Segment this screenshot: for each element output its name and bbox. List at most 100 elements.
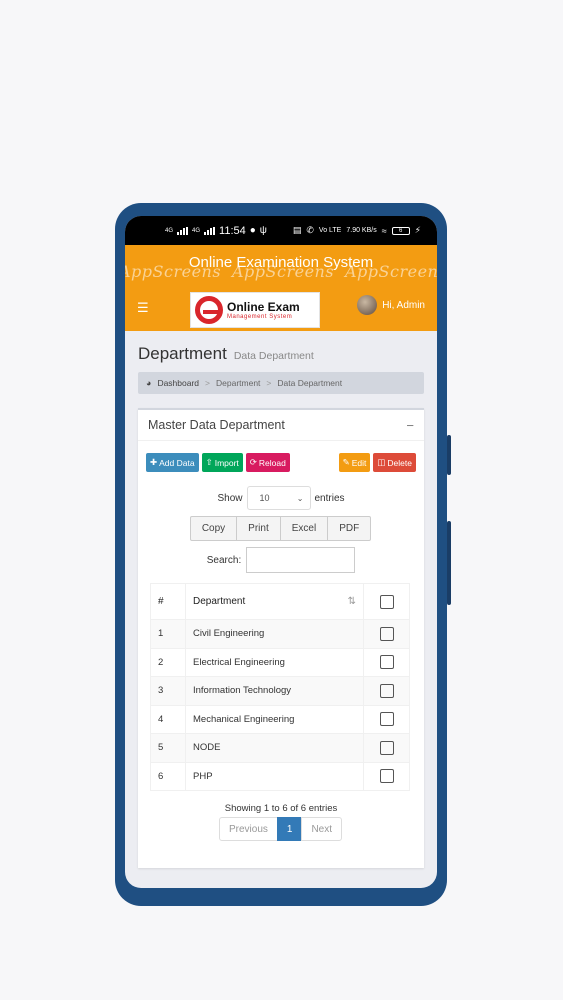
- table-row[interactable]: 1 Civil Engineering: [150, 619, 410, 649]
- row-checkbox[interactable]: [379, 712, 394, 727]
- chevron-down-icon: ⌄: [296, 493, 304, 503]
- pdf-button[interactable]: PDF: [327, 516, 372, 541]
- entries-select[interactable]: 10 ⌄: [246, 486, 311, 510]
- reload-button[interactable]: ⟳ Reload: [245, 453, 290, 472]
- logo-title: Online Exam: [227, 299, 300, 314]
- column-header-department[interactable]: Department ⇅: [185, 583, 364, 620]
- delete-label: Delete: [387, 457, 412, 468]
- search-input[interactable]: [246, 547, 356, 573]
- row-checkbox-cell: [363, 647, 410, 677]
- length-control: Show 10 ⌄ entries: [138, 486, 424, 510]
- user-menu[interactable]: Hi, Admin: [357, 295, 425, 315]
- phone-side-button: [447, 435, 451, 475]
- phone-screen: 4G 4G 11:54 ● ψ ▤ ✆ Vo LTE 7.90 KB/s ≈ 6…: [125, 216, 437, 888]
- row-checkbox[interactable]: [379, 626, 394, 641]
- table-row[interactable]: 3 Information Technology: [150, 676, 410, 706]
- export-buttons: Copy Print Excel PDF: [138, 516, 424, 541]
- app-header: Online Examination System ☰ Online Exam …: [125, 245, 437, 331]
- excel-button[interactable]: Excel: [279, 516, 329, 541]
- next-page-button[interactable]: Next: [301, 817, 343, 841]
- row-checkbox[interactable]: [379, 683, 394, 698]
- edit-label: Edit: [351, 457, 367, 468]
- signal-icon-2: [204, 226, 216, 235]
- row-number: 5: [150, 733, 186, 763]
- department-name: Civil Engineering: [185, 619, 364, 649]
- row-number: 6: [150, 761, 186, 791]
- row-checkbox[interactable]: [379, 655, 394, 670]
- breadcrumb-item-department[interactable]: Department: [216, 378, 260, 388]
- reload-label: Reload: [258, 457, 286, 468]
- page-button-current[interactable]: 1: [276, 817, 303, 841]
- row-checkbox-cell: [363, 676, 410, 706]
- table-header-row: # Department ⇅: [150, 583, 410, 620]
- content: Department Data Department ◕ Dashboard >…: [125, 331, 437, 868]
- department-name: Electrical Engineering: [185, 647, 364, 677]
- department-name: Mechanical Engineering: [185, 704, 364, 734]
- app-title: Online Examination System: [188, 254, 374, 271]
- row-number: 1: [150, 619, 186, 649]
- row-checkbox-cell: [363, 761, 410, 791]
- collapse-icon[interactable]: −: [406, 418, 414, 433]
- master-data-box: Master Data Department − ✚ Add Data ⇧ Impo…: [138, 408, 424, 868]
- page-title: Department: [138, 344, 227, 363]
- row-checkbox[interactable]: [379, 769, 394, 784]
- search-control: Search:: [138, 547, 424, 573]
- show-label: Show: [217, 492, 243, 504]
- breadcrumb-separator: >: [205, 378, 210, 388]
- breadcrumb-item-current: Data Department: [277, 378, 343, 388]
- delete-button[interactable]: ◫ Delete: [373, 453, 416, 472]
- box-header: Master Data Department −: [138, 410, 424, 441]
- logo-subtitle: Management System: [227, 313, 293, 320]
- status-bar: 4G 4G 11:54 ● ψ ▤ ✆ Vo LTE 7.90 KB/s ≈ 6…: [125, 216, 437, 245]
- copy-button[interactable]: Copy: [189, 516, 238, 541]
- trash-icon: ◫: [377, 457, 386, 467]
- battery-icon: 6: [391, 226, 410, 235]
- select-all-cell: [363, 583, 410, 620]
- entries-select-value: 10: [259, 493, 270, 503]
- select-all-checkbox[interactable]: [379, 594, 394, 609]
- network-label-2: 4G: [192, 227, 201, 234]
- signal-icon: [177, 226, 189, 235]
- print-button[interactable]: Print: [236, 516, 281, 541]
- breadcrumb: ◕ Dashboard > Department > Data Departme…: [138, 372, 424, 394]
- dashboard-icon: ◕: [146, 378, 152, 388]
- phone-frame: 4G 4G 11:54 ● ψ ▤ ✆ Vo LTE 7.90 KB/s ≈ 6…: [115, 203, 451, 906]
- box-title: Master Data Department: [148, 418, 285, 432]
- edit-button[interactable]: ✎ Edit: [338, 453, 371, 472]
- department-name: PHP: [185, 761, 364, 791]
- edit-icon: ✎: [342, 457, 350, 467]
- phone-volume-button: [447, 521, 451, 605]
- page-subtitle: Data Department: [233, 350, 314, 362]
- breadcrumb-separator: >: [266, 378, 272, 388]
- add-data-button[interactable]: ✚ Add Data: [146, 453, 199, 472]
- logo[interactable]: Online Exam Management System: [190, 292, 320, 328]
- table-row[interactable]: 2 Electrical Engineering: [150, 647, 410, 677]
- column-header-number[interactable]: #: [150, 583, 186, 620]
- row-checkbox[interactable]: [379, 740, 394, 755]
- upload-icon: ⇧: [205, 457, 213, 467]
- usb-icon: ψ: [259, 225, 267, 236]
- logo-mark-icon: [195, 296, 223, 324]
- add-data-label: Add Data: [159, 457, 195, 468]
- user-greeting: Hi, Admin: [382, 299, 425, 311]
- department-name: Information Technology: [185, 676, 364, 706]
- table-row[interactable]: 5 NODE: [150, 733, 410, 763]
- department-table: # Department ⇅ 1 Civil Engineering 2 Ele…: [150, 583, 410, 791]
- table-row[interactable]: 6 PHP: [150, 761, 410, 791]
- sort-icon[interactable]: ⇅: [348, 596, 356, 607]
- table-row[interactable]: 4 Mechanical Engineering: [150, 704, 410, 734]
- clock: 11:54: [219, 224, 246, 237]
- menu-icon[interactable]: ☰: [137, 300, 149, 316]
- column-header-department-label: Department: [193, 596, 246, 607]
- avatar: [357, 295, 378, 315]
- department-name: NODE: [185, 733, 364, 763]
- watermark: AppScreens: [125, 886, 221, 888]
- table-info: Showing 1 to 6 of 6 entries: [224, 803, 338, 814]
- call-icon: ✆: [306, 225, 314, 235]
- previous-page-button[interactable]: Previous: [218, 817, 278, 841]
- breadcrumb-item-dashboard[interactable]: Dashboard: [157, 378, 199, 388]
- plus-icon: ✚: [150, 457, 158, 467]
- entries-label: entries: [314, 492, 345, 504]
- wifi-icon: ≈: [381, 225, 387, 236]
- import-button[interactable]: ⇧ Import: [201, 453, 243, 472]
